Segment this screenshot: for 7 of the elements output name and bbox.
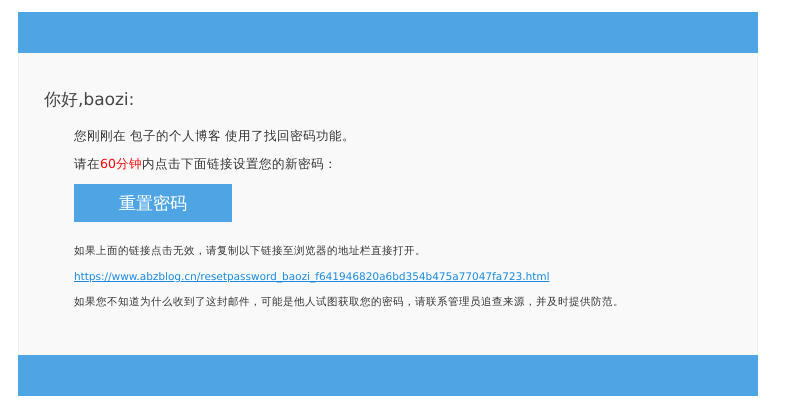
- fallback-note: 如果上面的链接点击无效，请复制以下链接至浏览器的地址栏直接打开。: [74, 244, 426, 259]
- reset-link[interactable]: https://www.abzblog.cn/resetpassword_baozi_f641946820a6bd354b475a77047fa723.html: [74, 269, 550, 285]
- warning-note: 如果您不知道为什么收到了这封邮件，可能是他人试图获取您的密码，请联系管理员追查来源，并及时提供防范。: [74, 295, 624, 310]
- reset-password-button[interactable]: 重置密码: [74, 184, 232, 222]
- deadline-text: 请在60分钟内点击下面链接设置您的新密码：: [74, 155, 337, 173]
- greeting: 你好,baozi:: [43, 89, 136, 112]
- intro-text: 您刚刚在 包子的个人博客 使用了找回密码功能。: [74, 127, 355, 145]
